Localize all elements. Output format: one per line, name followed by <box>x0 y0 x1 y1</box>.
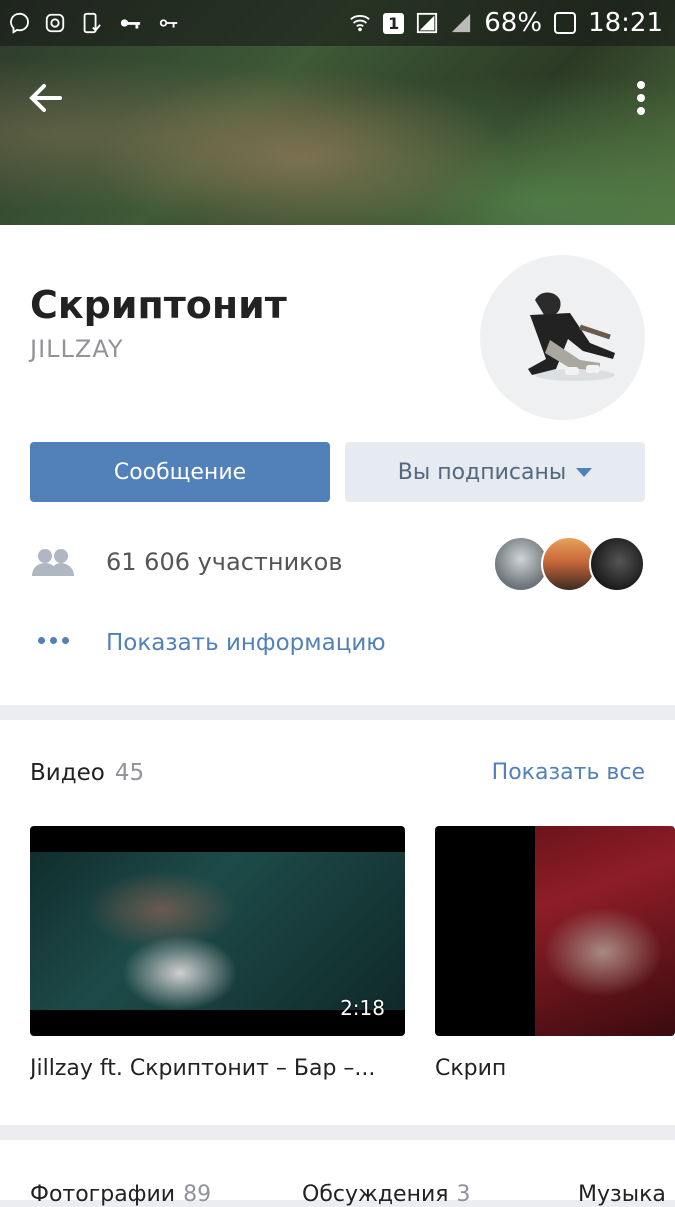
message-button-label: Сообщение <box>113 459 247 485</box>
key-small-icon <box>159 19 178 28</box>
chevron-down-icon <box>576 467 593 477</box>
show-info-label: Показать информацию <box>106 630 386 656</box>
tab-music[interactable]: Музыка <box>578 1182 666 1207</box>
more-horizontal-icon <box>38 637 69 644</box>
video-section: Видео 45 Показать все 2:18 Jillzay ft. Ск… <box>0 720 675 1125</box>
video-count: 45 <box>114 760 145 786</box>
signal-icon <box>417 12 438 34</box>
instagram-icon <box>45 13 65 33</box>
members-row[interactable]: 61 606 участников <box>0 530 675 596</box>
tab-photos-count: 89 <box>183 1182 212 1207</box>
battery-percent: 68% <box>484 8 543 38</box>
subscribed-button-label: Вы подписаны <box>397 459 567 485</box>
subscribed-button[interactable]: Вы подписаны <box>345 442 645 502</box>
sections-bar: Фотографии 89 Обсуждения 3 Музыка <box>0 1140 675 1207</box>
tab-discussions-label: Обсуждения <box>302 1182 449 1207</box>
section-title: Видео 45 <box>30 760 144 786</box>
tab-discussions-count: 3 <box>456 1182 471 1207</box>
status-bar: 1 68% 18:21 <box>0 0 675 46</box>
show-all-videos-link[interactable]: Показать все <box>492 760 645 785</box>
members-count: 61 606 участников <box>106 548 343 576</box>
show-info-link[interactable]: Показать информацию <box>0 620 675 676</box>
tab-photos[interactable]: Фотографии 89 <box>30 1182 211 1207</box>
video-thumbnail[interactable] <box>435 826 675 1036</box>
device-check-icon <box>83 12 101 34</box>
battery-icon <box>554 12 577 34</box>
avatar-figure <box>528 292 615 381</box>
more-vertical-icon[interactable] <box>631 80 651 116</box>
wifi-icon <box>350 14 370 32</box>
video-thumbnail[interactable]: 2:18 <box>30 826 405 1036</box>
video-title[interactable]: Скрип <box>435 1056 675 1081</box>
community-name: Скриптонит <box>30 283 287 327</box>
users-icon <box>32 549 74 576</box>
sim-indicator: 1 <box>383 12 405 34</box>
tab-music-label: Музыка <box>578 1182 666 1207</box>
tab-discussions[interactable]: Обсуждения 3 <box>302 1182 470 1207</box>
avatar[interactable] <box>480 255 645 420</box>
community-screen-name: JILLZAY <box>30 335 124 363</box>
signal-strength-icon <box>452 13 471 33</box>
key-icon <box>120 19 141 29</box>
arrow-left-icon[interactable] <box>26 78 66 118</box>
profile-card: Скриптонит JILLZAY Сообщение Вы подписан… <box>0 225 675 705</box>
video-duration: 2:18 <box>340 996 385 1020</box>
clock: 18:21 <box>588 8 663 38</box>
video-title[interactable]: Jillzay ft. Скриптонит – Бар –... <box>30 1056 405 1081</box>
friend-avatar <box>589 536 645 592</box>
video-section-title: Видео <box>30 760 105 786</box>
friends-avatars[interactable] <box>493 536 645 592</box>
message-button[interactable]: Сообщение <box>30 442 330 502</box>
viber-icon <box>10 12 29 34</box>
tab-photos-label: Фотографии <box>30 1182 176 1207</box>
